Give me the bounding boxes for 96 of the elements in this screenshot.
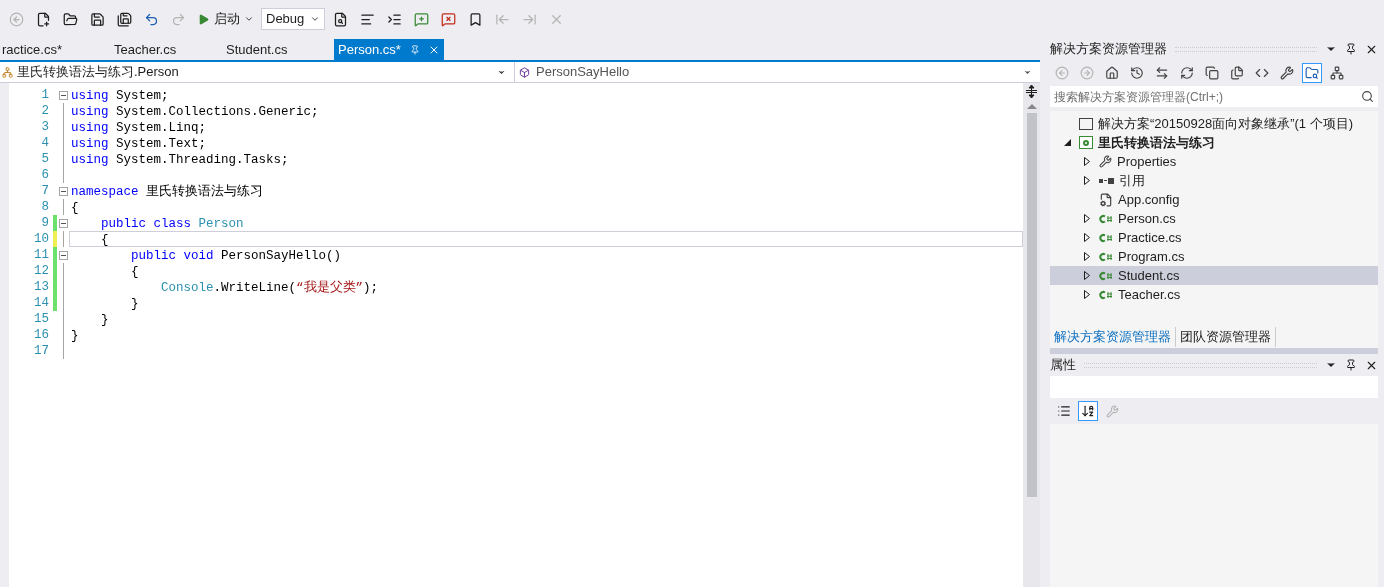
tree-item-label: Properties [1117, 152, 1177, 171]
tree-item[interactable]: Student.cs [1050, 266, 1378, 285]
tree-item-label: Program.cs [1118, 247, 1185, 266]
play-icon [197, 12, 210, 26]
tree-item-label: 引用 [1119, 171, 1145, 190]
caret-icon [244, 14, 254, 24]
config-file-icon [1099, 192, 1113, 207]
line-number: 10 [33, 230, 50, 248]
tree-item[interactable]: Program.cs [1050, 247, 1378, 266]
tree-item[interactable]: 引用 [1050, 171, 1378, 190]
line-number: 15 [33, 310, 50, 328]
tree-item-label: Practice.cs [1118, 228, 1182, 247]
code-line: public void PersonSayHello() [130, 248, 343, 263]
wrench-icon [1099, 155, 1112, 168]
tree-item[interactable]: Practice.cs [1050, 228, 1378, 247]
collapsed-arrow-icon[interactable] [1084, 290, 1090, 299]
code-line: using System.Threading.Tasks; [70, 152, 290, 167]
line-number: 14 [33, 294, 50, 312]
line-number: 2 [40, 102, 50, 120]
tree-item-label: App.config [1118, 190, 1180, 209]
scrollbar-thumb[interactable] [1026, 113, 1037, 497]
code-line: namespace 里氏转换语法与练习 [70, 183, 265, 199]
tree-item-label: Student.cs [1118, 266, 1180, 285]
tree-item-label: 解决方案“20150928面向对象继承”(1 个项目) [1098, 114, 1353, 133]
pin-icon[interactable] [1345, 43, 1357, 55]
tree-item[interactable]: 解决方案“20150928面向对象继承”(1 个项目) [1050, 114, 1378, 133]
code-line: } [130, 296, 140, 311]
panel-title: 解决方案资源管理器 [1050, 40, 1167, 59]
code-line: public class Person [100, 216, 245, 231]
line-number: 4 [40, 134, 50, 152]
code-line: using System; [70, 88, 170, 103]
line-number: 3 [40, 118, 50, 136]
line-number: 17 [33, 342, 50, 360]
document-tab[interactable]: ractice.cs* [0, 39, 110, 60]
panel-title: 属性 [1050, 356, 1076, 375]
tree-item[interactable]: Person.cs [1050, 209, 1378, 228]
references-icon [1099, 177, 1114, 184]
line-number: 11 [33, 246, 50, 264]
tree-item[interactable]: 里氏转换语法与练习 [1050, 133, 1378, 152]
code-line: { [130, 264, 140, 279]
line-number: 6 [40, 166, 50, 184]
collapse-toggle[interactable] [58, 90, 68, 100]
tree-item-label: 里氏转换语法与练习 [1098, 133, 1215, 152]
search-field[interactable]: 搜索解决方案资源管理器(Ctrl+;) [1050, 86, 1378, 107]
folder-search-icon[interactable] [1302, 63, 1322, 83]
caret-icon [310, 14, 320, 24]
type-dropdown[interactable]: 里氏转换语法与练习.Person [0, 62, 515, 82]
collapsed-arrow-icon[interactable] [1084, 176, 1090, 185]
csharp-file-icon [1099, 213, 1113, 224]
line-number: 12 [33, 262, 50, 280]
csharp-file-icon [1099, 289, 1113, 300]
collapsed-arrow-icon[interactable] [1084, 233, 1090, 242]
code-line: using System.Collections.Generic; [70, 104, 320, 119]
line-number: 8 [40, 198, 50, 216]
code-line: { [70, 200, 80, 215]
member-dropdown[interactable]: PersonSayHello [515, 62, 1040, 82]
csharp-file-icon [1099, 251, 1113, 262]
method-cube-icon [519, 66, 530, 78]
tree-item[interactable]: Properties [1050, 152, 1378, 171]
document-tab[interactable]: Student.cs [222, 39, 334, 60]
expanded-arrow-icon[interactable] [1063, 139, 1071, 146]
alphabetical-icon[interactable] [1078, 401, 1098, 421]
line-number: 5 [40, 150, 50, 168]
csharp-project-icon [1079, 136, 1093, 149]
pin-icon[interactable] [1345, 359, 1357, 371]
code-line: using System.Text; [70, 136, 208, 151]
code-line: } [70, 328, 80, 343]
collapse-toggle[interactable] [58, 250, 68, 260]
document-tab[interactable]: Teacher.cs [110, 39, 222, 60]
collapsed-arrow-icon[interactable] [1084, 252, 1090, 261]
collapsed-arrow-icon[interactable] [1084, 157, 1090, 166]
line-number: 7 [40, 182, 50, 200]
code-line: } [100, 312, 110, 327]
search-icon[interactable] [1361, 90, 1374, 103]
line-number: 1 [40, 86, 50, 104]
start-button[interactable]: 启动 [193, 7, 258, 31]
csharp-file-icon [1099, 270, 1113, 281]
code-line: using System.Linq; [70, 120, 208, 135]
panel-tab[interactable]: 解决方案资源管理器 [1050, 327, 1176, 347]
collapse-toggle[interactable] [58, 218, 68, 228]
tree-item[interactable]: Teacher.cs [1050, 285, 1378, 304]
collapsed-arrow-icon[interactable] [1084, 271, 1090, 280]
line-number: 9 [40, 214, 50, 232]
panel-tab[interactable]: 团队资源管理器 [1176, 327, 1276, 347]
line-number: 16 [33, 326, 50, 344]
tree-item[interactable]: App.config [1050, 190, 1378, 209]
code-line: Console.WriteLine(“我是父类”); [160, 279, 380, 295]
tree-item-label: Teacher.cs [1118, 285, 1181, 304]
collapse-toggle[interactable] [58, 186, 68, 196]
csharp-file-icon [1099, 232, 1113, 243]
tree-item-label: Person.cs [1118, 209, 1176, 228]
line-number: 13 [33, 278, 50, 296]
collapsed-arrow-icon[interactable] [1084, 214, 1090, 223]
configuration-dropdown[interactable]: Debug [261, 8, 325, 30]
vertical-scrollbar[interactable] [1023, 83, 1040, 587]
split-handle-icon[interactable] [1026, 85, 1037, 98]
